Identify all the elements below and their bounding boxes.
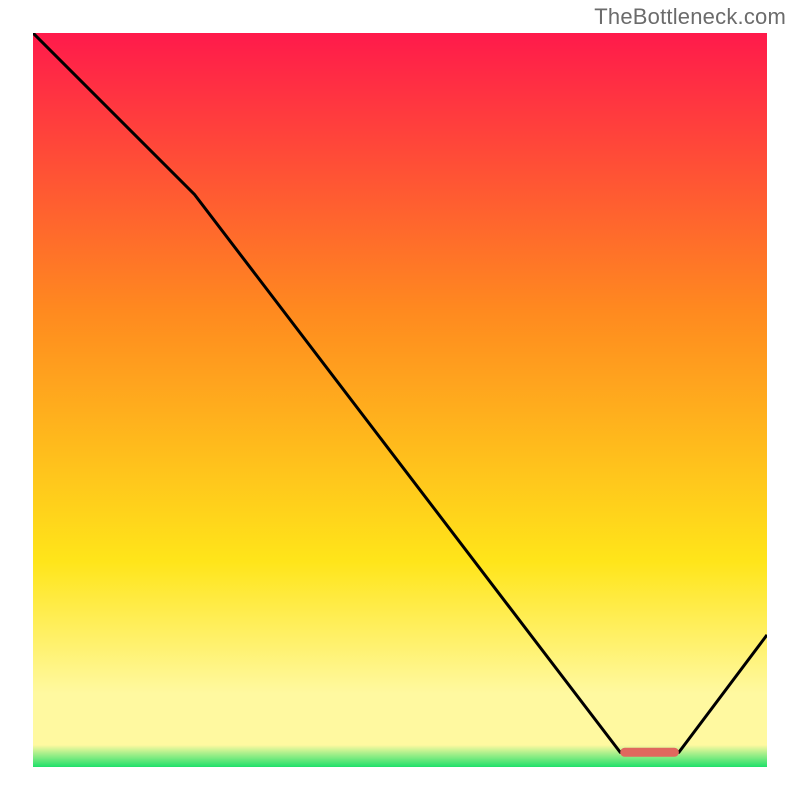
chart-stage: TheBottleneck.com: [0, 0, 800, 800]
optimal-range-marker: [620, 748, 679, 757]
watermark-text: TheBottleneck.com: [594, 4, 786, 30]
plot-svg: [33, 33, 767, 767]
plot-area: [33, 33, 767, 767]
